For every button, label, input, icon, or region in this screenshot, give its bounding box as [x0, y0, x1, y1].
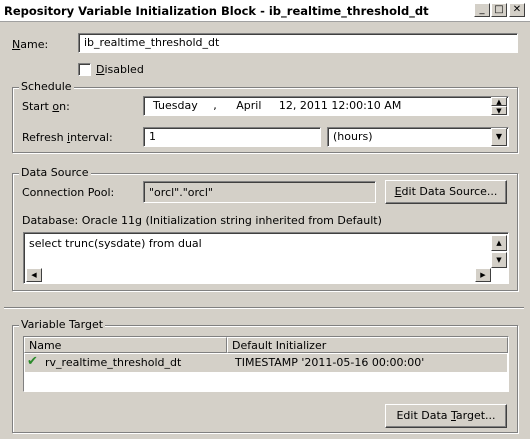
spin-up-button[interactable]: ▲: [491, 97, 507, 106]
start-on-datetime[interactable]: Tuesday , April 12, 2011 12:00:10 AM: [143, 96, 509, 116]
edit-data-source-button[interactable]: Edit Data Source...: [385, 180, 507, 204]
minimize-button[interactable]: _: [474, 3, 490, 17]
title-bar: Repository Variable Initialization Block…: [0, 0, 530, 22]
name-field[interactable]: ib_realtime_threshold_dt: [78, 33, 518, 53]
database-info: Database: Oracle 11g (Initialization str…: [22, 214, 382, 227]
close-icon: ✕: [512, 4, 522, 15]
edit-data-target-button[interactable]: Edit Data Target...: [385, 404, 507, 428]
row-name: rv_realtime_threshold_dt: [45, 356, 182, 369]
connection-pool-label: Connection Pool:: [22, 186, 115, 199]
column-header-default-initializer[interactable]: Default Initializer: [227, 337, 508, 353]
variable-check-icon: ✔: [27, 354, 38, 369]
window-title: Repository Variable Initialization Block…: [4, 4, 429, 18]
sql-scroll-right[interactable]: ▶: [475, 268, 491, 282]
arrow-down-icon: ▼: [496, 107, 502, 115]
schedule-title: Schedule: [19, 80, 74, 93]
maximize-button[interactable]: □: [491, 3, 507, 17]
sql-scroll-up[interactable]: ▲: [491, 235, 507, 251]
sql-scroll-down[interactable]: ▼: [491, 252, 507, 268]
connection-pool-value: "orcl"."orcl": [149, 186, 213, 199]
row-initializer: TIMESTAMP '2011-05-16 00:00:00': [235, 356, 425, 369]
disabled-checkbox[interactable]: [78, 63, 91, 76]
sql-text: select trunc(sysdate) from dual: [29, 237, 202, 250]
close-button[interactable]: ✕: [509, 3, 525, 17]
refresh-interval-label: Refresh interval:: [22, 131, 113, 144]
chevron-down-icon: ▼: [495, 132, 503, 141]
start-sep: ,: [213, 99, 217, 112]
refresh-unit-value: (hours): [333, 130, 373, 143]
connection-pool-field: "orcl"."orcl": [143, 181, 376, 203]
start-month[interactable]: April: [236, 99, 261, 112]
arrow-right-icon: ▶: [480, 271, 486, 279]
refresh-unit-dropdown-button[interactable]: ▼: [491, 128, 507, 146]
variable-target-title: Variable Target: [19, 318, 106, 331]
start-rest[interactable]: 12, 2011 12:00:10 AM: [279, 99, 401, 112]
refresh-interval-value: 1: [149, 130, 156, 143]
start-on-label: Start on:: [22, 100, 70, 113]
name-field-value: ib_realtime_threshold_dt: [84, 36, 220, 49]
disabled-label: Disabled: [96, 63, 144, 76]
arrow-up-icon: ▲: [496, 98, 502, 106]
sql-scroll-left[interactable]: ◀: [26, 268, 42, 282]
name-label: Name:: [12, 38, 49, 51]
sql-text-area[interactable]: select trunc(sysdate) from dual: [23, 232, 509, 284]
arrow-left-icon: ◀: [31, 271, 37, 279]
refresh-unit-select[interactable]: (hours): [327, 127, 509, 147]
arrow-down-icon: ▼: [496, 256, 502, 264]
table-row[interactable]: ✔ rv_realtime_threshold_dt TIMESTAMP '20…: [25, 354, 507, 372]
arrow-up-icon: ▲: [496, 239, 502, 247]
maximize-icon: □: [494, 4, 504, 15]
data-source-title: Data Source: [19, 166, 91, 179]
refresh-interval-input[interactable]: 1: [143, 127, 321, 147]
column-header-name[interactable]: Name: [24, 337, 227, 353]
start-weekday[interactable]: Tuesday: [153, 99, 198, 112]
minimize-icon: _: [479, 4, 485, 15]
section-divider: [4, 307, 524, 309]
spin-down-button[interactable]: ▼: [491, 106, 507, 115]
variable-table: Name Default Initializer ✔ rv_realtime_t…: [23, 336, 509, 392]
